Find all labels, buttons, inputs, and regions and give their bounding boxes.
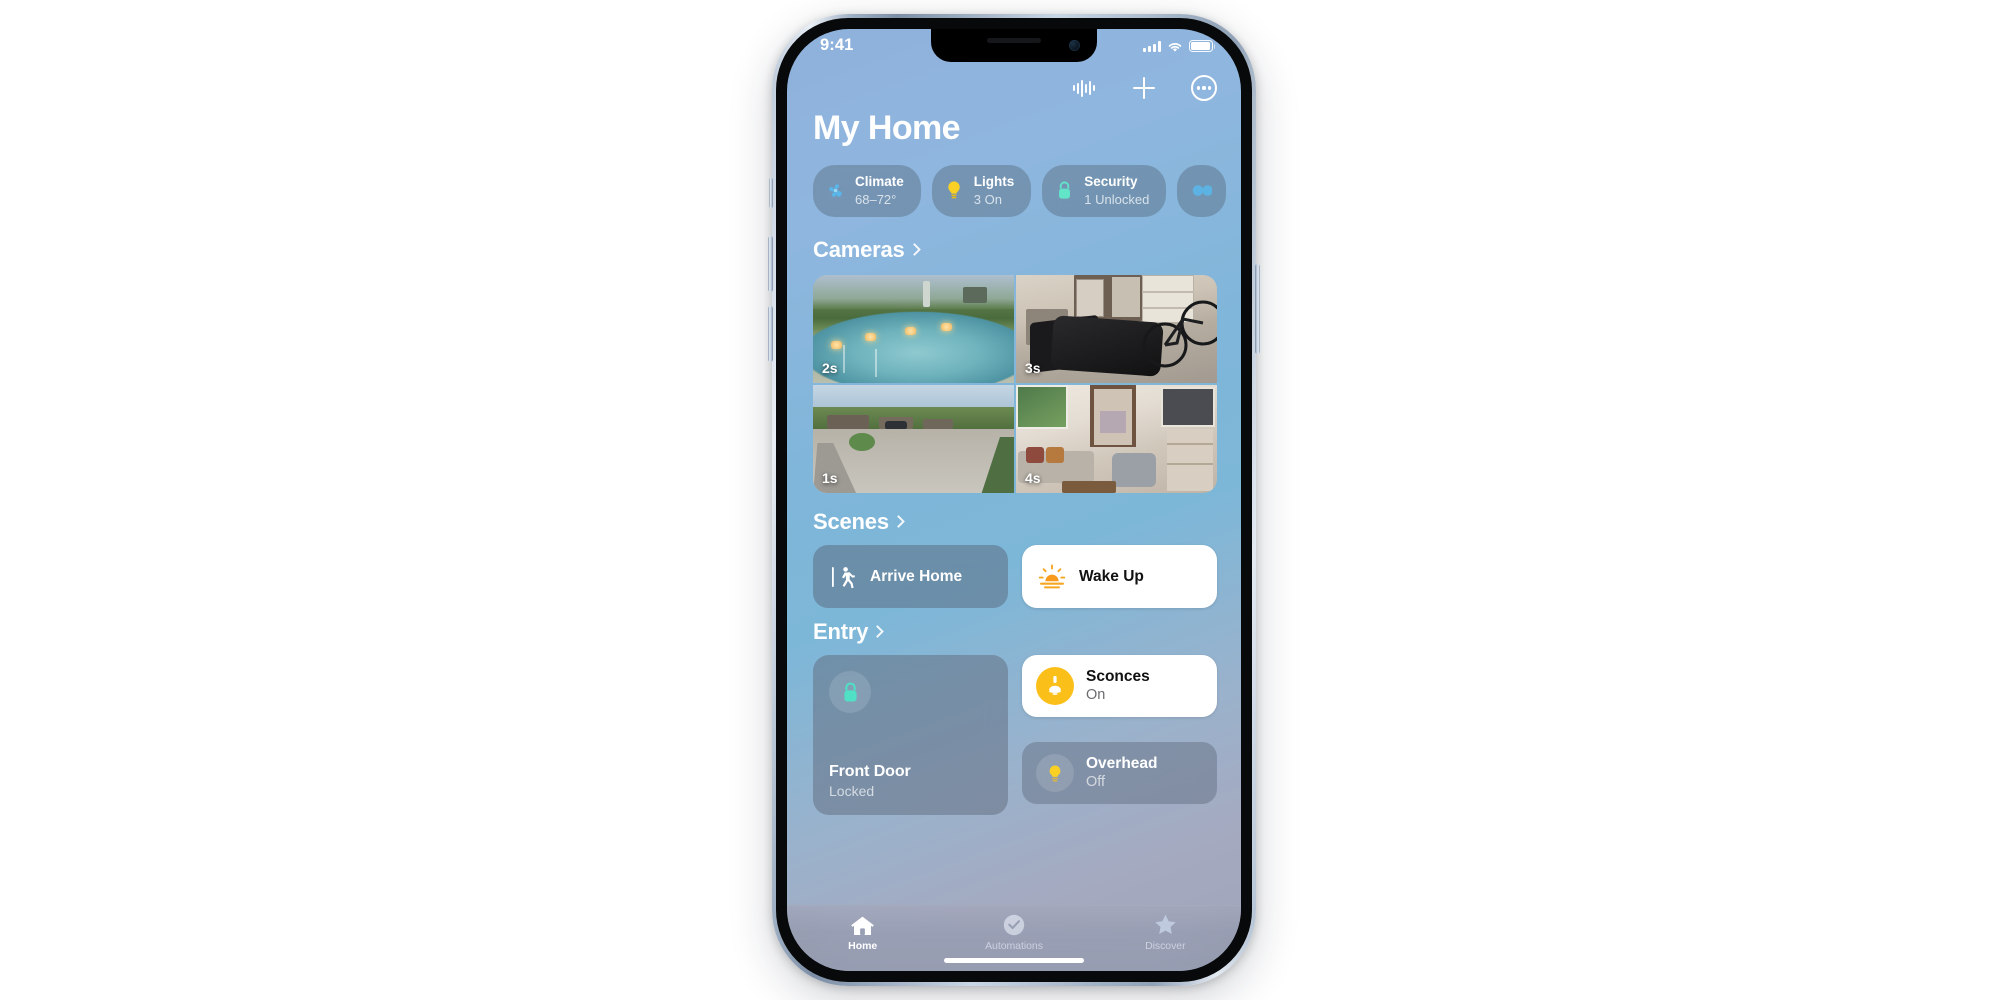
scene-label: Wake Up <box>1079 567 1144 585</box>
wifi-icon <box>1167 40 1183 52</box>
camera-tile-pool[interactable]: 2s <box>813 275 1014 383</box>
app-toolbar <box>1069 73 1219 103</box>
status-pill-title: Lights <box>973 174 1015 189</box>
house-icon <box>850 913 876 937</box>
chevron-right-icon <box>891 515 905 528</box>
front-door-text: Front Door Locked <box>829 763 992 799</box>
status-pill-climate[interactable]: Climate 68–72° <box>813 165 921 217</box>
scene-label: Arrive Home <box>870 567 963 585</box>
sconces-text: Sconces On <box>1086 668 1150 703</box>
cellular-bars-icon <box>1143 41 1161 52</box>
scenes-row: Arrive Home Wake Up <box>813 545 1217 608</box>
page-title: My Home <box>813 109 961 147</box>
chevron-right-icon <box>907 243 921 256</box>
accessory-card-overhead[interactable]: Overhead Off <box>1022 742 1217 804</box>
accessory-card-sconces[interactable]: Sconces On <box>1022 655 1217 717</box>
accessory-state: Off <box>1086 773 1106 790</box>
status-pill-overflow[interactable] <box>1177 165 1227 217</box>
tab-label: Automations <box>985 940 1043 952</box>
front-camera-icon <box>1069 40 1080 51</box>
camera-grid: 2s 3s 1s 4s <box>813 275 1217 493</box>
overhead-text: Overhead Off <box>1086 755 1158 790</box>
ceiling-light-icon <box>1036 754 1074 792</box>
status-bar-clock: 9:41 <box>820 36 854 54</box>
status-pill-climate-text: Climate 68–72° <box>855 173 904 209</box>
accessory-name: Front Door <box>829 763 911 780</box>
accessory-name: Overhead <box>1086 755 1158 773</box>
section-header-cameras[interactable]: Cameras <box>813 237 921 263</box>
camera-timestamp: 1s <box>822 470 838 486</box>
status-pill-lights-text: Lights 3 On <box>974 173 1015 209</box>
section-header-scenes[interactable]: Scenes <box>813 509 905 535</box>
status-pill-security-text: Security 1 Unlocked <box>1084 173 1149 209</box>
section-title: Scenes <box>813 509 889 534</box>
audio-waveform-button[interactable] <box>1069 73 1099 103</box>
power-button[interactable] <box>1255 264 1260 354</box>
status-pill-title: Security <box>1084 174 1138 189</box>
ellipsis-circle-icon <box>1191 75 1217 101</box>
volume-up-button[interactable] <box>768 236 773 292</box>
tab-label: Discover <box>1145 940 1186 952</box>
scene-arrive-home[interactable]: Arrive Home <box>813 545 1008 608</box>
tab-discover[interactable]: Discover <box>1090 913 1241 952</box>
status-pill-subtitle: 1 Unlocked <box>1084 191 1150 207</box>
lock-closed-icon <box>829 671 871 713</box>
accessory-name: Sconces <box>1086 668 1150 686</box>
camera-timestamp: 2s <box>822 360 838 376</box>
section-title: Cameras <box>813 237 905 262</box>
earpiece-speaker-icon <box>987 38 1041 43</box>
status-pill-security[interactable]: Security 1 Unlocked <box>1042 165 1167 217</box>
accessory-state: Locked <box>829 783 875 799</box>
status-bar-indicators <box>1143 38 1216 52</box>
person-walking-door-icon <box>829 563 857 591</box>
waveform-icon <box>1072 79 1096 97</box>
device-bezel: 9:41 My Home Climate 68–72° Lights 3 On … <box>776 18 1252 982</box>
status-pill-subtitle: 3 On <box>973 191 1002 207</box>
status-pill-title: Climate <box>855 174 904 189</box>
section-header-entry[interactable]: Entry <box>813 619 885 645</box>
tab-automations[interactable]: Automations <box>938 913 1089 952</box>
phone-screen: 9:41 My Home Climate 68–72° Lights 3 On … <box>787 29 1241 971</box>
add-button[interactable] <box>1129 73 1159 103</box>
scene-wake-up[interactable]: Wake Up <box>1022 545 1217 608</box>
more-options-button[interactable] <box>1189 73 1219 103</box>
home-app-content: My Home Climate 68–72° Lights 3 On Secur… <box>787 29 1241 971</box>
fan-icon <box>825 180 846 201</box>
home-indicator[interactable] <box>944 958 1084 963</box>
entry-accessory-grid: Front Door Locked Sconces On Overhead Of… <box>813 655 1217 815</box>
battery-full-icon <box>1189 40 1216 52</box>
lock-icon <box>1054 180 1075 201</box>
lightbulb-icon <box>944 180 965 201</box>
status-pill-subtitle: 68–72° <box>855 191 897 207</box>
camera-timestamp: 3s <box>1025 360 1041 376</box>
section-title: Entry <box>813 619 869 644</box>
silent-switch[interactable] <box>769 178 773 208</box>
camera-tile-driveway[interactable]: 1s <box>813 385 1014 493</box>
camera-timestamp: 4s <box>1025 470 1041 486</box>
star-icon <box>1152 913 1178 937</box>
camera-tile-garage[interactable]: 3s <box>1016 275 1217 383</box>
status-pill-lights[interactable]: Lights 3 On <box>931 165 1032 217</box>
tab-home[interactable]: Home <box>787 913 938 952</box>
clock-check-icon <box>1001 913 1027 937</box>
volume-down-button[interactable] <box>768 306 773 362</box>
camera-tile-living-room[interactable]: 4s <box>1016 385 1217 493</box>
iphone-device-frame: 9:41 My Home Climate 68–72° Lights 3 On … <box>768 14 1260 986</box>
sunrise-icon <box>1038 563 1066 591</box>
tab-label: Home <box>848 940 878 952</box>
chevron-right-icon <box>871 625 885 638</box>
display-notch <box>931 29 1097 62</box>
plus-icon <box>1133 77 1155 99</box>
sconce-lamp-icon <box>1036 667 1074 705</box>
status-pill-row: Climate 68–72° Lights 3 On Security 1 Un… <box>813 165 1241 217</box>
screenshot-canvas: 9:41 My Home Climate 68–72° Lights 3 On … <box>0 0 2000 1000</box>
more-pill-icon <box>1191 180 1213 201</box>
accessory-state: On <box>1086 686 1106 703</box>
accessory-card-front-door[interactable]: Front Door Locked <box>813 655 1008 815</box>
